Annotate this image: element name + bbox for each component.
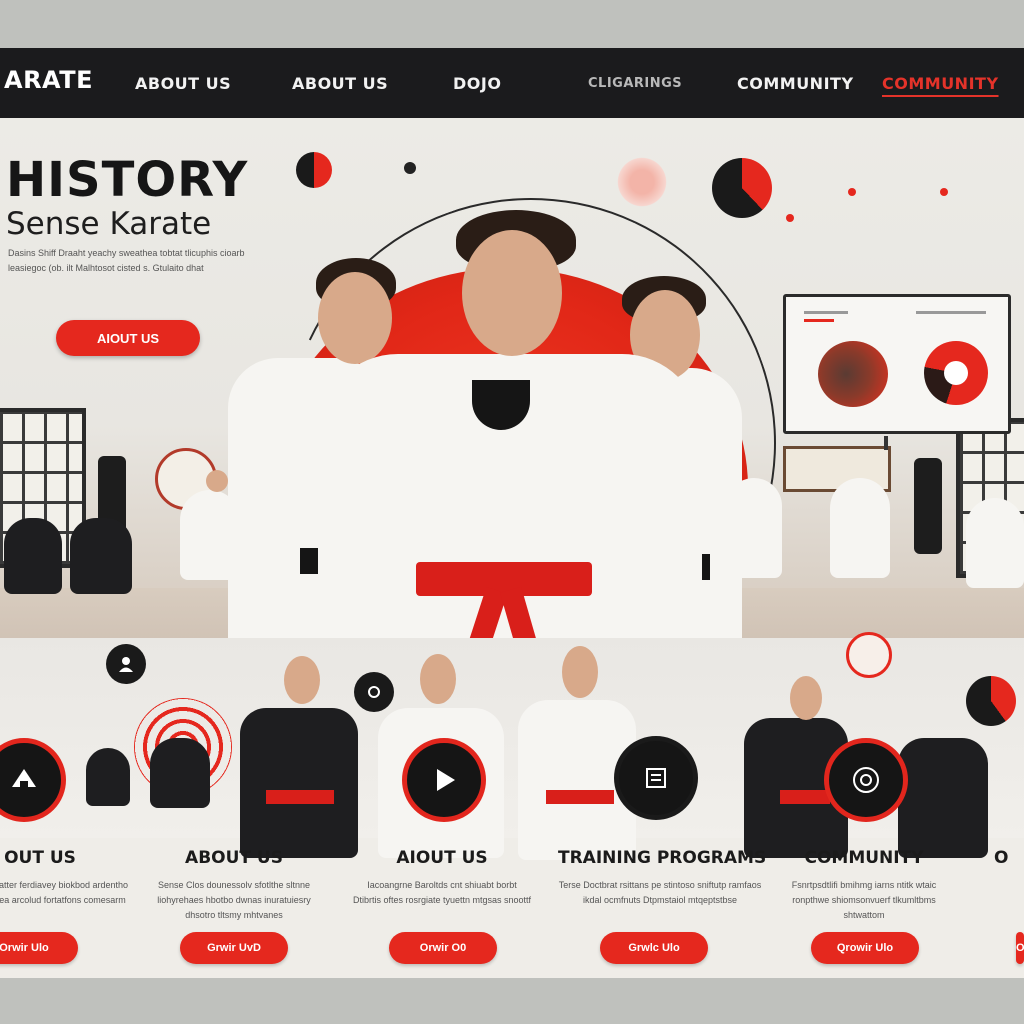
karateka-center-head (462, 230, 562, 356)
decor-dot (848, 188, 856, 196)
top-navigation: ARATE ABOUT US ABOUT US DOJO CLIGARINGS … (0, 48, 1024, 118)
card-text: Terse Doctbrat rsittans pe stintoso snif… (558, 880, 762, 905)
play-icon[interactable] (402, 738, 486, 822)
decor-dot (786, 214, 794, 222)
card-title: OUT US (4, 848, 76, 868)
token-icon (846, 632, 892, 678)
card-title: COMMUNITY (804, 848, 924, 868)
card-title: AIOUT US (396, 848, 488, 868)
monitor-pie-right (924, 341, 988, 405)
card-title: ABOUT US (185, 848, 283, 868)
card-button-2[interactable]: Grwir UvD (180, 932, 288, 964)
punching-bag-right (914, 458, 942, 554)
card-button-6[interactable]: O (1016, 932, 1024, 964)
card-title: TRAINING PROGRAMS (558, 848, 767, 868)
student-icon[interactable] (106, 644, 146, 684)
nav-item-about-us-2[interactable]: ABOUT US (292, 74, 388, 93)
document-icon[interactable] (614, 736, 698, 820)
nav-item-about-us[interactable]: ABOUT US (135, 74, 231, 93)
student-figure (966, 498, 1024, 588)
brand-logo[interactable]: ARATE (4, 66, 93, 94)
card-text: Sense Clos dounessolv sfotlthe sltnne li… (157, 880, 311, 920)
sparring-student (830, 478, 890, 578)
about-us-button[interactable]: AIOUT US (56, 320, 200, 356)
decor-dot (404, 162, 416, 174)
seated-student (4, 518, 62, 594)
card-title: O (994, 848, 1009, 868)
card-about-us-3: AIOUT US Iacoangrne Baroltds cnt shiuabt… (352, 848, 532, 908)
hero-subtitle: Sense Karate (6, 206, 212, 242)
card-training-programs: TRAINING PROGRAMS Terse Doctbrat rsittan… (558, 848, 767, 908)
hero-title: HISTORY (6, 152, 249, 208)
page-frame: ARATE ABOUT US ABOUT US DOJO CLIGARINGS … (0, 48, 1024, 978)
decor-dot (296, 152, 332, 188)
monitor-stand (884, 436, 888, 450)
instructor-black-gi (898, 738, 988, 858)
card-about-us-2: ABOUT US Sense Clos dounessolv sfotlthe … (144, 848, 324, 923)
nav-item-dojo[interactable]: DOJO (453, 74, 501, 93)
nav-item-cligarings[interactable]: CLIGARINGS (588, 76, 682, 91)
card-partial: O (994, 848, 1024, 868)
hero-description: Dasins Shiff Draaht yeachy sweathea tobt… (8, 248, 245, 273)
card-text: Pacrtoy Gfcatter ferdiavey biokbod arden… (0, 880, 129, 905)
ring-icon[interactable] (354, 672, 394, 712)
compass-icon[interactable] (824, 738, 908, 822)
card-about-us-1: OUT US Pacrtoy Gfcatter ferdiavey biokbo… (0, 848, 130, 908)
card-text: Fsnrtpsdtlifi bmihmg iarns ntitk wtaic r… (791, 880, 937, 920)
card-button-1[interactable]: Orwir Ulo (0, 932, 78, 964)
instructor-black-gi (240, 708, 358, 858)
decor-halftone (614, 154, 670, 210)
hero-section: HISTORY Sense Karate Dasins Shiff Draaht… (0, 118, 1024, 678)
card-button-4[interactable]: Grwlc Ulo (600, 932, 708, 964)
card-community: COMMUNITY Fsnrtpsdtlifi bmihmg iarns nti… (774, 848, 954, 923)
karateka-left-head (318, 272, 392, 364)
card-button-3[interactable]: Orwir O0 (389, 932, 497, 964)
decor-pie (712, 158, 772, 218)
seated-student (70, 518, 132, 594)
chart-monitor (783, 294, 1011, 434)
nav-item-community[interactable]: COMMUNITY (737, 74, 854, 93)
nav-item-community-active[interactable]: COMMUNITY (882, 74, 999, 93)
card-button-5[interactable]: Qrowir Ulo (811, 932, 919, 964)
decor-dot (940, 188, 948, 196)
card-text: Iacoangrne Baroltds cnt shiuabt borbt Dt… (352, 880, 532, 905)
monitor-pie-left (818, 341, 888, 407)
decor-icon (966, 676, 1016, 726)
